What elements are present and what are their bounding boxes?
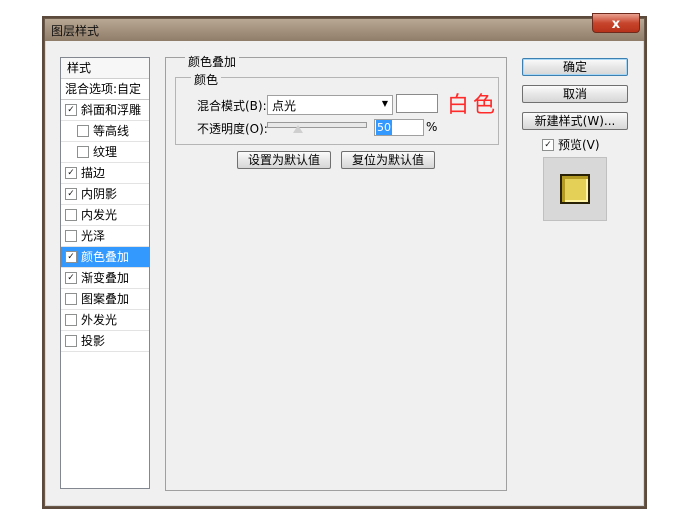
style-item-label: 图案叠加 xyxy=(81,292,130,306)
style-item-label: 颜色叠加 xyxy=(81,250,130,264)
checkbox-bevel-emboss[interactable]: ✓ xyxy=(65,103,77,116)
annotation-text: 白色 xyxy=(447,93,500,118)
preview-checkbox[interactable]: ✓ xyxy=(542,138,554,151)
style-item-gradient-overlay[interactable]: ✓ 渐变叠加 xyxy=(61,268,149,289)
opacity-input[interactable]: 50 xyxy=(374,119,424,136)
opacity-label: 不透明度(O): xyxy=(197,122,268,136)
new-style-button[interactable]: 新建样式(W)... xyxy=(522,112,628,130)
opacity-slider-thumb[interactable] xyxy=(293,125,303,133)
checkbox-stroke[interactable]: ✓ xyxy=(65,166,77,179)
style-item-label: 描边 xyxy=(81,166,106,180)
preview-toggle[interactable]: ✓ 预览(V) xyxy=(542,136,600,153)
window-title: 图层样式 xyxy=(51,24,100,38)
style-item-inner-shadow[interactable]: ✓ 内阴影 xyxy=(61,184,149,205)
style-item-bevel-emboss[interactable]: ✓ 斜面和浮雕 xyxy=(61,100,149,121)
titlebar: 图层样式 x xyxy=(45,13,644,41)
style-item-color-overlay[interactable]: ✓ 颜色叠加 xyxy=(61,247,149,268)
style-item-outer-glow[interactable]: 外发光 xyxy=(61,310,149,331)
reset-default-button[interactable]: 复位为默认值 xyxy=(341,151,435,169)
style-item-label: 等高线 xyxy=(93,124,130,138)
checkbox-inner-shadow[interactable]: ✓ xyxy=(65,187,77,200)
style-list-header[interactable]: 样式 xyxy=(61,58,149,79)
blend-mode-select[interactable]: 点光 ▼ xyxy=(267,95,393,115)
panel-title: 颜色叠加 xyxy=(185,53,240,70)
style-item-stroke[interactable]: ✓ 描边 xyxy=(61,163,149,184)
style-item-label: 内发光 xyxy=(81,208,118,222)
ok-button[interactable]: 确定 xyxy=(522,58,628,76)
style-item-label: 外发光 xyxy=(81,313,118,327)
checkbox-contour[interactable] xyxy=(77,124,89,137)
style-list: 样式 混合选项:自定 ✓ 斜面和浮雕 等高线 纹理 ✓ 描边 ✓ 内阴影 内发光 光泽… xyxy=(60,57,150,489)
checkbox-texture[interactable] xyxy=(77,145,89,158)
style-item-label: 内阴影 xyxy=(81,187,118,201)
cancel-button[interactable]: 取消 xyxy=(522,85,628,103)
checkbox-pattern-overlay[interactable] xyxy=(65,292,77,305)
style-item-label: 斜面和浮雕 xyxy=(81,103,142,117)
style-item-inner-glow[interactable]: 内发光 xyxy=(61,205,149,226)
style-item-drop-shadow[interactable]: 投影 xyxy=(61,331,149,352)
checkbox-color-overlay[interactable]: ✓ xyxy=(65,250,77,263)
checkbox-gradient-overlay[interactable]: ✓ xyxy=(65,271,77,284)
preview-thumbnail xyxy=(560,174,590,204)
style-item-satin[interactable]: 光泽 xyxy=(61,226,149,247)
opacity-unit: % xyxy=(426,120,438,134)
style-item-label: 投影 xyxy=(81,334,106,348)
style-item-label: 渐变叠加 xyxy=(81,271,130,285)
checkbox-outer-glow[interactable] xyxy=(65,313,77,326)
group-title: 颜色 xyxy=(191,71,222,88)
style-item-contour[interactable]: 等高线 xyxy=(61,121,149,142)
blend-options-item[interactable]: 混合选项:自定 xyxy=(61,79,149,100)
checkbox-satin[interactable] xyxy=(65,229,77,242)
opacity-value: 50 xyxy=(376,120,392,135)
chevron-down-icon: ▼ xyxy=(381,99,388,108)
set-default-button[interactable]: 设置为默认值 xyxy=(237,151,331,169)
checkbox-drop-shadow[interactable] xyxy=(65,334,77,347)
style-item-pattern-overlay[interactable]: 图案叠加 xyxy=(61,289,149,310)
color-swatch[interactable] xyxy=(396,94,438,113)
preview-label: 预览(V) xyxy=(558,138,600,152)
blend-mode-value: 点光 xyxy=(272,99,297,113)
close-icon: x xyxy=(611,17,621,32)
style-preview xyxy=(543,157,607,221)
close-button[interactable]: x xyxy=(592,13,640,33)
style-item-label: 纹理 xyxy=(93,145,118,159)
opacity-slider-track[interactable] xyxy=(267,122,367,128)
checkbox-inner-glow[interactable] xyxy=(65,208,77,221)
layer-style-dialog: 图层样式 x 样式 混合选项:自定 ✓ 斜面和浮雕 等高线 纹理 ✓ 描边 ✓ 内阴影… xyxy=(44,13,645,507)
style-item-label: 光泽 xyxy=(81,229,106,243)
style-item-texture[interactable]: 纹理 xyxy=(61,142,149,163)
blend-mode-label: 混合模式(B): xyxy=(197,99,267,113)
